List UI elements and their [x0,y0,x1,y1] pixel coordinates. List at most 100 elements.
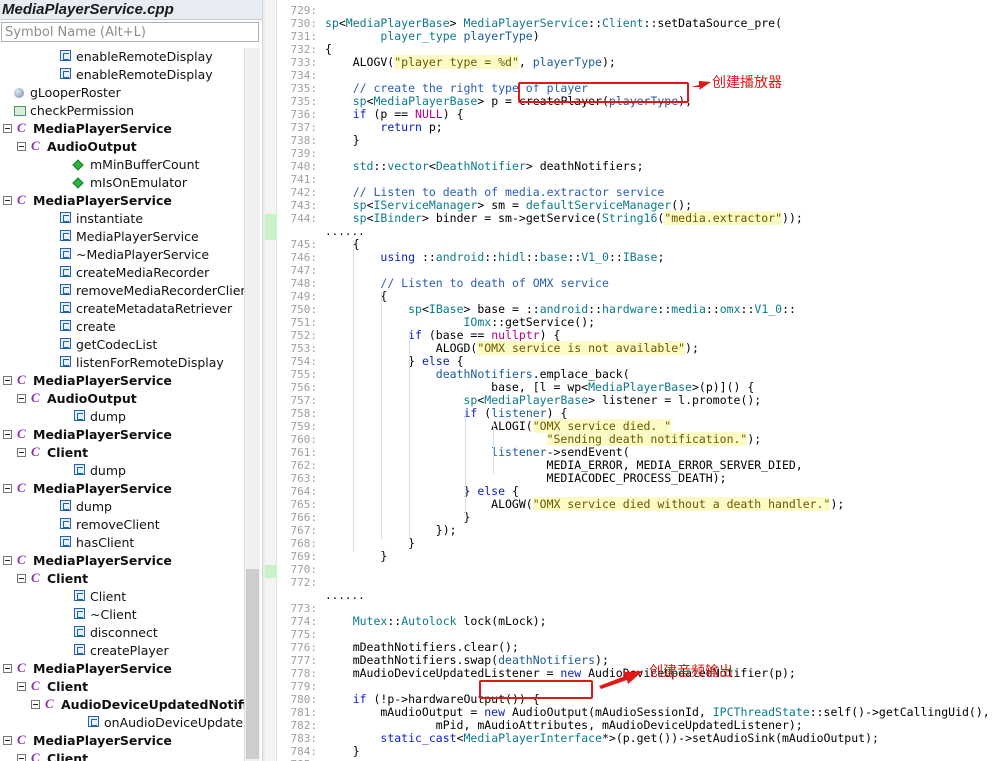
tree-item[interactable]: removeMediaRecorderClient [0,282,244,300]
tree-item[interactable]: instantiate [0,210,244,228]
collapse-toggle-icon[interactable] [3,430,12,439]
code-text: sp<IBinder> binder = sm->getService(Stri… [352,211,803,225]
editor-gutter [265,0,277,761]
tree-item[interactable]: removeClient [0,516,244,534]
tree-item[interactable]: disconnect [0,624,244,642]
tree-item-label: dump [90,409,126,424]
code-text: Mutex::Autolock lock(mLock); [352,614,547,628]
method-icon [60,50,71,61]
tree-item[interactable]: C AudioDeviceUpdatedNotifier [0,696,244,714]
collapse-toggle-icon[interactable] [31,700,40,709]
class-icon: C [31,444,40,459]
tree-item[interactable]: listenForRemoteDisplay [0,354,244,372]
tree-item[interactable]: createMetadataRetriever [0,300,244,318]
tree-item[interactable]: C Client [0,570,244,588]
tree-item[interactable]: C Client [0,678,244,696]
collapse-toggle-icon[interactable] [17,394,26,403]
highlight-create-player [518,82,689,103]
tree-item[interactable]: Client [0,588,244,606]
collapse-toggle-icon[interactable] [3,124,12,133]
collapse-toggle-icon[interactable] [17,754,26,761]
tree-item[interactable]: ~MediaPlayerService [0,246,244,264]
tree-item[interactable]: dump [0,498,244,516]
tree-item[interactable]: checkPermission [0,102,244,120]
class-icon: C [31,138,40,153]
collapse-toggle-icon[interactable] [3,376,12,385]
collapse-toggle-icon[interactable] [3,196,12,205]
tree-item[interactable]: onAudioDeviceUpdate [0,714,244,732]
line-number: 735: [290,82,318,95]
code-line: ...... [277,589,1006,602]
code-text: } [325,744,360,758]
tree-item[interactable]: createPlayer [0,642,244,660]
tree-item[interactable]: C MediaPlayerService [0,480,244,498]
tree-item[interactable]: gLooperRoster [0,84,244,102]
tree-item-label: mIsOnEmulator [90,175,187,190]
code-line: ...... [277,225,1006,238]
tree-item-label: MediaPlayerService [76,229,199,244]
code-text: } [325,549,388,563]
collapse-toggle-icon[interactable] [3,664,12,673]
line-number: 749: [290,290,318,303]
collapse-toggle-icon[interactable] [17,142,26,151]
class-icon: C [31,570,40,585]
code-editor[interactable]: 729: 730: sp<MediaPlayerBase> MediaPlayerS… [277,0,1006,761]
tree-item[interactable]: C MediaPlayerService [0,372,244,390]
tree-item-label: Client [47,571,89,586]
tree-item[interactable]: createMediaRecorder [0,264,244,282]
code-line: 783: static_cast<MediaPlayerInterface*>(… [277,732,1006,746]
line-number: 778: [290,667,318,680]
collapse-toggle-icon[interactable] [3,484,12,493]
collapse-toggle-icon[interactable] [17,574,26,583]
tree-item[interactable]: hasClient [0,534,244,552]
tree-item[interactable]: ~Client [0,606,244,624]
line-number: 752: [290,329,318,342]
line-number: 766: [290,511,318,524]
tree-item[interactable]: C AudioOutput [0,138,244,156]
tree-scrollbar-thumb[interactable] [246,569,259,759]
tree-scrollbar[interactable] [244,48,260,761]
annotation-create-player: 创建播放器 [712,75,782,91]
tree-item[interactable]: C Client [0,444,244,462]
tree-item[interactable]: dump [0,462,244,480]
class-icon: C [17,732,26,747]
method-icon [60,536,71,547]
collapse-toggle-icon[interactable] [17,448,26,457]
code-line: 770: [277,563,1006,576]
tree-item[interactable]: mIsOnEmulator [0,174,244,192]
tree-item[interactable]: C MediaPlayerService [0,120,244,138]
line-number: 748: [290,277,318,290]
tree-item[interactable]: getCodecList [0,336,244,354]
method-icon [60,248,71,259]
tree-item[interactable]: mMinBufferCount [0,156,244,174]
method-icon [74,464,85,475]
method-icon [60,266,71,277]
tree-item[interactable]: dump [0,408,244,426]
tree-item[interactable]: enableRemoteDisplay [0,66,244,84]
tree-item-label: dump [76,499,112,514]
collapse-toggle-icon[interactable] [3,736,12,745]
tree-item-label: MediaPlayerService [33,121,172,136]
tree-item[interactable]: C MediaPlayerService [0,552,244,570]
line-number: 776: [290,641,318,654]
tree-item[interactable]: create [0,318,244,336]
line-number: 781: [290,706,318,719]
collapse-toggle-icon[interactable] [17,682,26,691]
tree-item[interactable]: C MediaPlayerService [0,660,244,678]
field-icon [72,177,84,189]
line-number: 775: [290,628,318,641]
line-number: 767: [290,524,318,537]
tree-item[interactable]: MediaPlayerService [0,228,244,246]
tree-item[interactable]: C MediaPlayerService [0,426,244,444]
tree-item[interactable]: C MediaPlayerService [0,732,244,750]
line-number: 735: [290,95,318,108]
tree-item[interactable]: C MediaPlayerService [0,192,244,210]
collapse-toggle-icon[interactable] [3,556,12,565]
tree-item[interactable]: enableRemoteDisplay [0,48,244,66]
tree-item-label: MediaPlayerService [33,481,172,496]
method-icon [60,518,71,529]
tree-item[interactable]: C AudioOutput [0,390,244,408]
tree-item[interactable]: C Client [0,750,244,761]
tree-item-label: onAudioDeviceUpdate [104,715,244,730]
symbol-search-input[interactable] [1,22,259,42]
